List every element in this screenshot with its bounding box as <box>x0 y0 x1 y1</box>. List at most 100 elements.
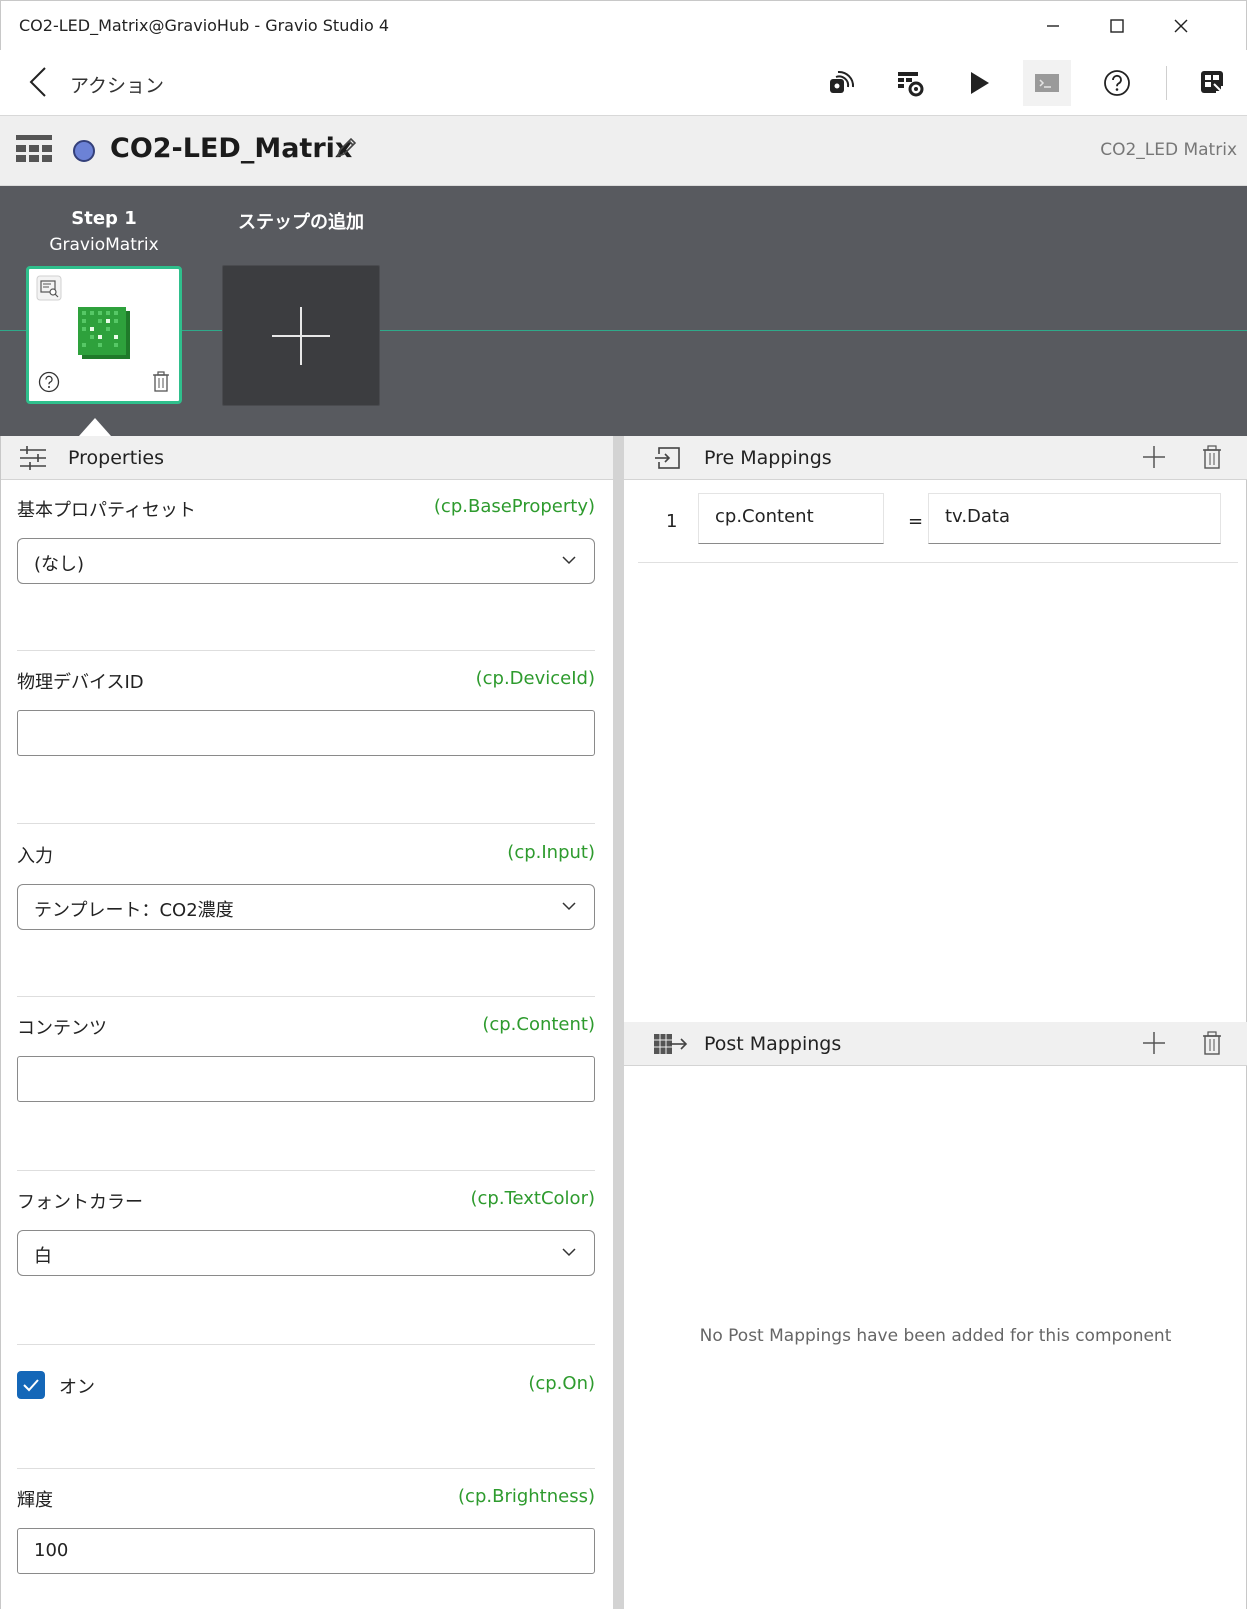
on-checkbox[interactable] <box>17 1371 45 1399</box>
divider <box>17 650 595 651</box>
help-button[interactable] <box>1093 60 1141 106</box>
edit-name-icon[interactable] <box>334 136 358 160</box>
post-mappings-icon <box>654 1034 688 1054</box>
section-label: アクション <box>70 75 165 97</box>
close-window-button[interactable] <box>1159 9 1203 43</box>
maximize-button[interactable] <box>1095 9 1139 43</box>
input-value: テンプレート：CO2濃度 <box>34 900 234 921</box>
content-var: (cp.Content) <box>482 1014 595 1035</box>
delete-post-mapping-icon[interactable] <box>1202 1031 1222 1055</box>
divider <box>17 823 595 824</box>
device-id-input[interactable] <box>17 710 595 756</box>
panel-splitter[interactable] <box>613 436 624 1609</box>
input-label: 入力 <box>17 846 53 867</box>
mapping-left-field[interactable]: cp.Content <box>698 493 884 544</box>
component-name: CO2_LED Matrix <box>1100 140 1237 160</box>
step-component-name: GravioMatrix <box>49 235 159 255</box>
mapping-right-value: tv.Data <box>945 506 1011 527</box>
checkmark-icon <box>23 1379 39 1392</box>
on-label: オン <box>59 1377 95 1398</box>
help-icon <box>1104 70 1130 96</box>
action-name: CO2-LED_Matrix <box>110 133 353 164</box>
properties-panel: Properties 基本プロパティセット (cp.BaseProperty) … <box>0 436 613 1609</box>
on-group: オン (cp.On) <box>17 1371 595 1401</box>
text-color-value: 白 <box>34 1246 52 1267</box>
content-input[interactable] <box>17 1056 595 1102</box>
minimize-button[interactable] <box>1031 9 1075 43</box>
divider <box>17 1170 595 1171</box>
minimize-icon <box>1047 25 1059 27</box>
window-title: CO2-LED_Matrix@GravioHub - Gravio Studio… <box>19 16 389 35</box>
step-card[interactable] <box>26 266 182 404</box>
remote-button[interactable] <box>817 60 865 106</box>
base-property-var: (cp.BaseProperty) <box>433 496 595 517</box>
toolbar-separator <box>1166 66 1167 100</box>
brightness-label: 輝度 <box>17 1490 53 1511</box>
settings-table-icon <box>898 72 924 97</box>
post-mappings-header: Post Mappings <box>624 1022 1247 1066</box>
add-step-button[interactable] <box>222 265 380 406</box>
status-dot <box>73 140 95 162</box>
base-property-label: 基本プロパティセット <box>17 500 196 521</box>
add-step-label: ステップの追加 <box>238 212 364 233</box>
step-help-icon[interactable] <box>38 371 60 393</box>
action-header: CO2-LED_Matrix CO2_LED Matrix <box>0 116 1247 186</box>
properties-header: Properties <box>1 436 613 480</box>
chevron-down-icon <box>562 902 576 911</box>
divider <box>17 996 595 997</box>
mapping-index: 1 <box>666 511 678 532</box>
brightness-input[interactable]: 100 <box>17 1528 595 1574</box>
chevron-down-icon <box>562 1248 576 1257</box>
step-delete-icon[interactable] <box>152 371 170 393</box>
chevron-down-icon <box>562 556 576 565</box>
pre-mappings-icon <box>654 447 680 469</box>
properties-title: Properties <box>68 447 165 469</box>
switch-hub-button[interactable] <box>1189 60 1237 106</box>
gravio-matrix-icon <box>78 307 130 359</box>
mapping-left-value: cp.Content <box>715 506 814 527</box>
back-button[interactable] <box>22 64 54 100</box>
properties-sliders-icon <box>20 446 46 470</box>
post-mappings-empty-message: No Post Mappings have been added for thi… <box>699 1326 1172 1346</box>
mapping-operator: = <box>908 511 924 532</box>
divider <box>17 1468 595 1469</box>
content-label: コンテンツ <box>17 1018 107 1039</box>
toolbar: アクション <box>0 50 1247 116</box>
step-selected-pointer <box>79 418 111 436</box>
window-titlebar: CO2-LED_Matrix@GravioHub - Gravio Studio… <box>0 0 1247 50</box>
mappings-panel: Pre Mappings 1 cp.Content = tv.Data Post… <box>624 436 1247 1609</box>
console-button[interactable] <box>1023 60 1071 106</box>
pre-mappings-title: Pre Mappings <box>704 447 832 469</box>
step-connector-line <box>0 330 1247 331</box>
close-icon <box>1174 19 1188 33</box>
device-id-var: (cp.DeviceId) <box>475 668 595 689</box>
remote-icon <box>830 70 855 93</box>
table-settings-button[interactable] <box>886 60 934 106</box>
action-grid-icon <box>16 135 52 162</box>
steps-area: Step 1 GravioMatrix ステップの追加 <box>0 186 1247 436</box>
brightness-value: 100 <box>34 1540 69 1561</box>
step-title: Step 1 <box>71 208 137 229</box>
pre-mapping-row: 1 cp.Content = tv.Data <box>638 493 1238 563</box>
input-var: (cp.Input) <box>507 842 595 863</box>
maximize-icon <box>1110 19 1124 33</box>
on-var: (cp.On) <box>528 1373 595 1394</box>
brightness-var: (cp.Brightness) <box>458 1486 595 1507</box>
back-icon <box>29 67 46 97</box>
play-icon <box>971 72 989 94</box>
device-id-label: 物理デバイスID <box>17 672 144 693</box>
base-property-value: (なし) <box>34 554 85 575</box>
post-mappings-title: Post Mappings <box>704 1033 842 1055</box>
text-color-label: フォントカラー <box>17 1192 143 1213</box>
run-button[interactable] <box>955 60 1003 106</box>
delete-pre-mapping-icon[interactable] <box>1202 445 1222 469</box>
text-color-select[interactable]: 白 <box>17 1230 595 1276</box>
base-property-select[interactable]: (なし) <box>17 538 595 584</box>
console-icon <box>1035 74 1059 92</box>
mapping-right-field[interactable]: tv.Data <box>928 493 1221 544</box>
preview-icon[interactable] <box>36 275 62 301</box>
switch-hub-icon <box>1201 71 1223 93</box>
add-post-mapping-icon[interactable] <box>1142 1031 1166 1055</box>
input-select[interactable]: テンプレート：CO2濃度 <box>17 884 595 930</box>
add-pre-mapping-icon[interactable] <box>1142 445 1166 469</box>
